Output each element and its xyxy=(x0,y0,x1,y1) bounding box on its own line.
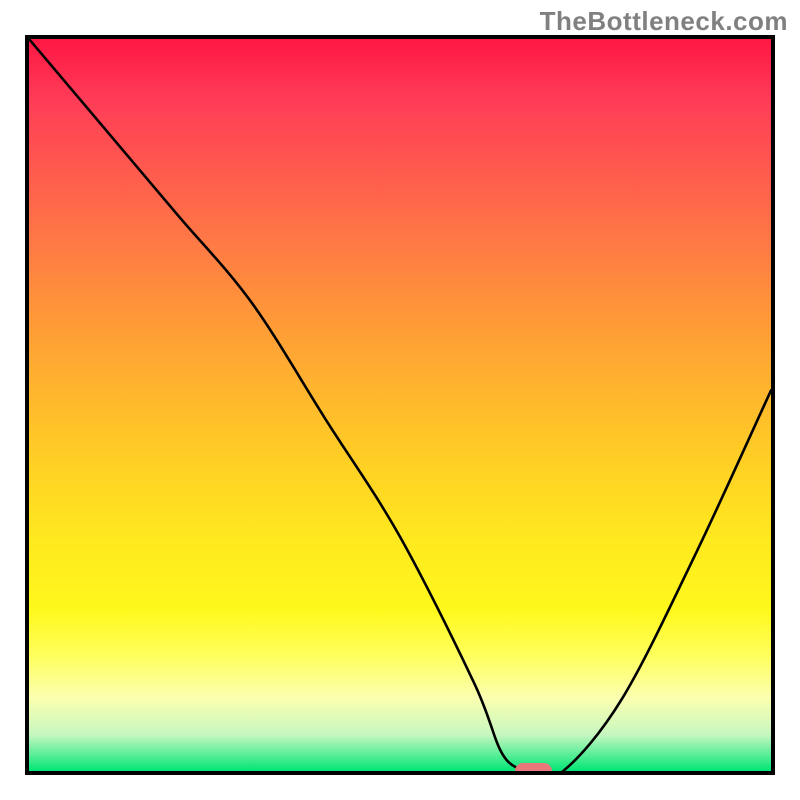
watermark-text: TheBottleneck.com xyxy=(540,6,788,37)
bottleneck-curve xyxy=(29,39,771,771)
optimal-marker xyxy=(515,763,552,775)
curve-path xyxy=(29,39,771,771)
plot-area xyxy=(25,35,775,775)
